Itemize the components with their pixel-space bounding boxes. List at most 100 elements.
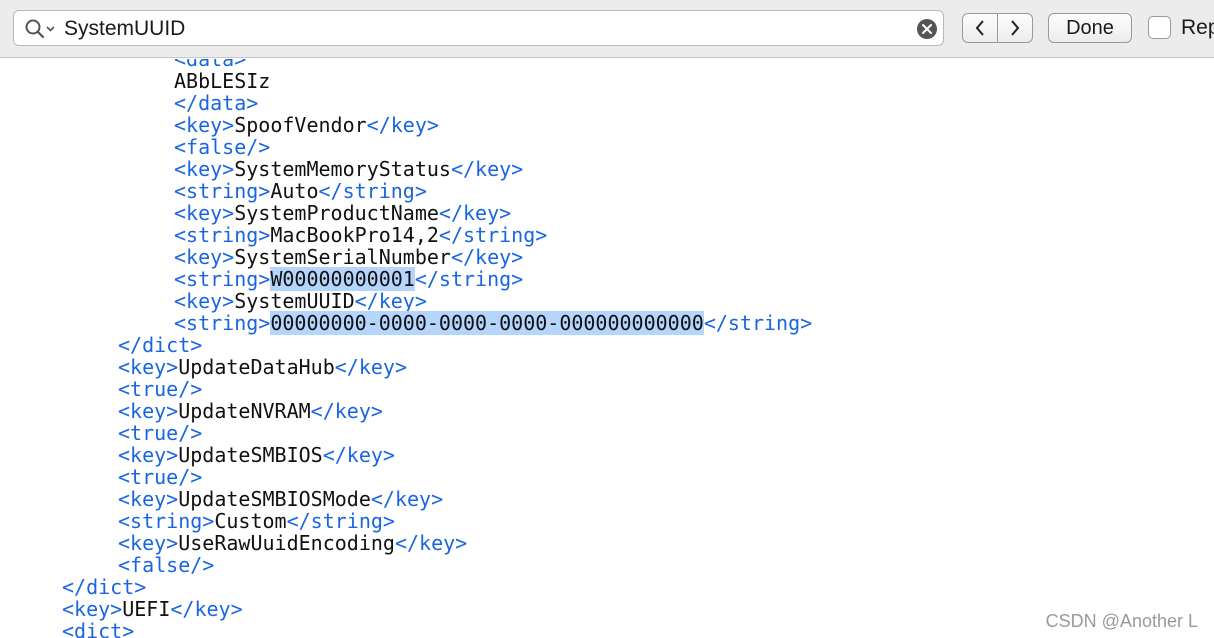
xml-tag: <key> — [62, 597, 123, 621]
xml-tag: <key> — [118, 443, 179, 467]
code-line: <key>UpdateSMBIOS</key> — [118, 444, 395, 466]
xml-tag: </key> — [334, 355, 408, 379]
xml-value: UEFI — [122, 597, 171, 621]
xml-tag: </key> — [366, 113, 439, 137]
xml-tag: </dict> — [62, 575, 147, 599]
xml-value: SpoofVendor — [234, 113, 367, 137]
xml-tag: </key> — [394, 531, 468, 555]
chevron-left-icon — [975, 20, 984, 36]
xml-tag: </key> — [170, 597, 243, 621]
previous-match-button[interactable] — [963, 14, 997, 42]
xml-tag: <string> — [174, 223, 271, 247]
code-editor[interactable]: <data> ABbLESIz </data> <key>SpoofVendor</k… — [0, 59, 1214, 638]
code-line: <true/> — [118, 422, 202, 444]
xml-tag: <true/> — [118, 465, 203, 489]
find-bar: SystemUUID Done Rep — [0, 0, 1214, 58]
xml-tag: <true/> — [118, 421, 203, 445]
xml-tag: </string> — [438, 223, 548, 247]
xml-value: MacBookPro14,2 — [270, 223, 439, 247]
xml-tag: <key> — [118, 487, 179, 511]
search-input[interactable]: SystemUUID — [64, 17, 185, 41]
code-line: <string>Custom</string> — [118, 510, 395, 532]
xml-tag: </data> — [174, 91, 259, 115]
xml-value: SystemSerialNumber — [234, 245, 451, 269]
xml-tag: <true/> — [118, 377, 203, 401]
code-line: </dict> — [118, 334, 202, 356]
code-line: <key>SystemUUID</key> — [174, 290, 427, 312]
code-line: <false/> — [118, 554, 214, 576]
code-line: <key>UpdateNVRAM</key> — [118, 400, 383, 422]
xml-tag: <string> — [174, 311, 271, 335]
xml-tag: <key> — [118, 355, 179, 379]
xml-tag: </key> — [322, 443, 395, 467]
watermark: CSDN @Another L — [1045, 611, 1198, 631]
code-line: ABbLESIz — [174, 70, 270, 92]
xml-value: Auto — [270, 179, 319, 203]
xml-tag: <key> — [174, 113, 235, 137]
code-line: <dict> — [62, 620, 134, 638]
code-line: <string>00000000-0000-0000-0000-00000000… — [174, 311, 813, 335]
code-line: <key>UpdateSMBIOSMode</key> — [118, 488, 443, 510]
code-line: <key>UEFI</key> — [62, 598, 243, 620]
xml-value: UseRawUuidEncoding — [178, 531, 395, 555]
xml-value: UpdateSMBIOSMode — [178, 487, 371, 511]
find-navigation — [962, 13, 1033, 43]
xml-tag: <string> — [174, 267, 271, 291]
xml-value: Custom — [214, 509, 287, 533]
code-line: <key>SystemProductName</key> — [174, 202, 511, 224]
code-line: </dict> — [62, 576, 146, 598]
search-icon[interactable] — [24, 18, 58, 40]
code-line: <key>SpoofVendor</key> — [174, 114, 439, 136]
chevron-right-icon — [1011, 20, 1020, 36]
xml-value: UpdateSMBIOS — [178, 443, 323, 467]
code-line: <key>SystemSerialNumber</key> — [174, 246, 523, 268]
code-line: <true/> — [118, 378, 202, 400]
code-line: <string>MacBookPro14,2</string> — [174, 224, 547, 246]
search-match: W00000000001 — [270, 267, 415, 291]
code-line: <string>Auto</string> — [174, 180, 427, 202]
xml-tag: </key> — [354, 289, 427, 313]
next-match-button[interactable] — [997, 14, 1032, 42]
code-line: <key>UpdateDataHub</key> — [118, 356, 407, 378]
code-line: <key>UseRawUuidEncoding</key> — [118, 532, 467, 554]
xml-tag: <key> — [174, 157, 235, 181]
xml-tag: </string> — [318, 179, 427, 203]
xml-tag: <key> — [174, 245, 235, 269]
xml-tag: </string> — [414, 267, 524, 291]
xml-tag: </string> — [703, 311, 813, 335]
code-line: <true/> — [118, 466, 202, 488]
xml-tag: </string> — [286, 509, 395, 533]
clear-icon[interactable] — [916, 18, 938, 40]
xml-tag: <dict> — [62, 619, 135, 638]
xml-value: SystemUUID — [234, 289, 355, 313]
xml-tag: <key> — [174, 201, 235, 225]
xml-value: SystemMemoryStatus — [234, 157, 451, 181]
code-line: </data> — [174, 92, 258, 114]
xml-value: SystemProductName — [234, 201, 439, 225]
xml-tag: </key> — [450, 157, 524, 181]
xml-tag: </key> — [310, 399, 383, 423]
xml-tag: <false/> — [118, 553, 215, 577]
xml-tag: </dict> — [118, 333, 203, 357]
replace-checkbox[interactable] — [1148, 16, 1171, 39]
xml-value: ABbLESIz — [174, 69, 271, 93]
xml-tag: <string> — [118, 509, 215, 533]
xml-tag: <false/> — [174, 135, 271, 159]
xml-value: UpdateDataHub — [178, 355, 335, 379]
search-match: 00000000-0000-0000-0000-000000000000 — [270, 311, 704, 335]
code-line: <key>SystemMemoryStatus</key> — [174, 158, 523, 180]
xml-tag: <key> — [118, 531, 179, 555]
xml-value: UpdateNVRAM — [178, 399, 311, 423]
search-field[interactable]: SystemUUID — [13, 10, 944, 46]
code-line: <false/> — [174, 136, 270, 158]
chevron-down-icon — [46, 26, 55, 32]
xml-tag: </key> — [450, 245, 524, 269]
xml-tag: </key> — [370, 487, 444, 511]
xml-tag: <string> — [174, 179, 271, 203]
xml-tag: <key> — [118, 399, 179, 423]
xml-tag: <key> — [174, 289, 235, 313]
replace-checkbox-label: Rep — [1181, 16, 1214, 39]
done-button[interactable]: Done — [1048, 13, 1132, 43]
code-line: <string>W00000000001</string> — [174, 267, 524, 291]
xml-tag: </key> — [438, 201, 512, 225]
